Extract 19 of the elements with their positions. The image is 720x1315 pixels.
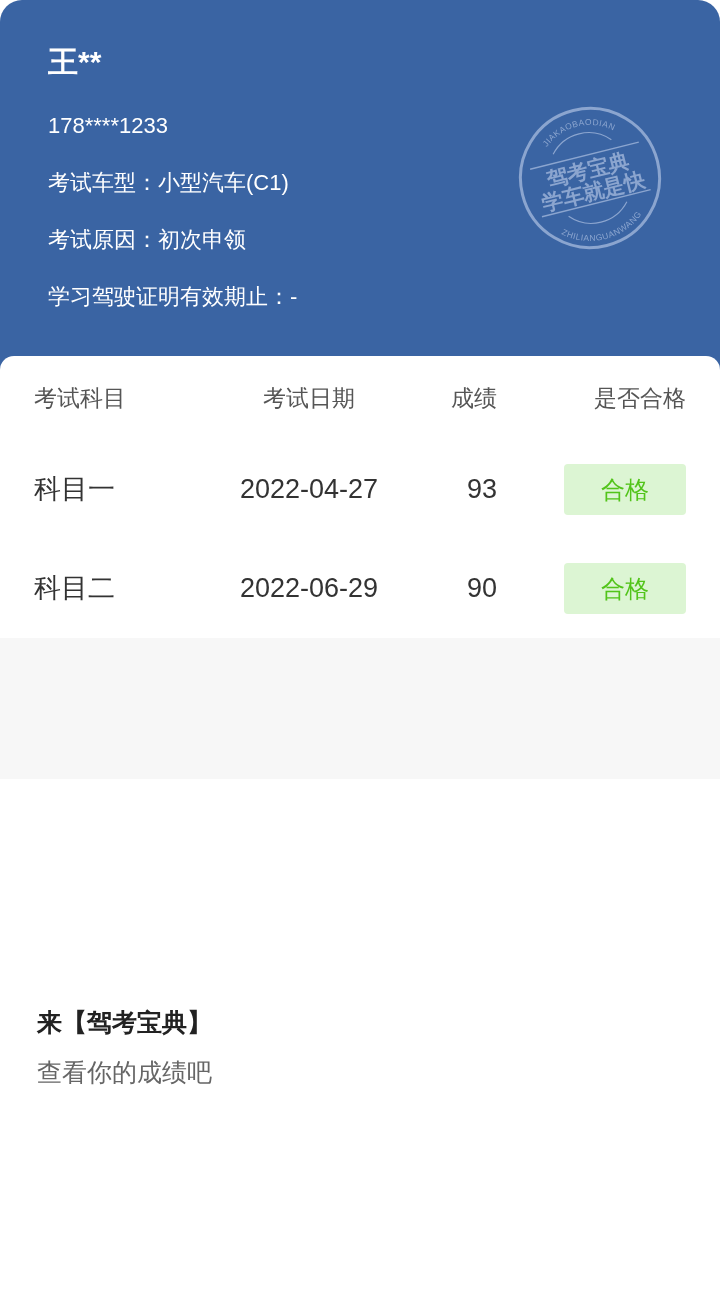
- table-cell-text: 93: [466, 473, 497, 507]
- table-cell-text: 2022-04-27: [239, 473, 379, 507]
- table-cell-text: 科目二: [34, 572, 115, 606]
- result-tag: 合格: [564, 563, 686, 614]
- info-text: 考试车型：小型汽车(C1): [48, 169, 290, 197]
- phone-number: 178****1233: [48, 112, 169, 140]
- info-text: 学习驾驶证明有效期止：-: [48, 283, 298, 311]
- table-cell-text: 2022-06-29: [239, 572, 379, 606]
- user-name: 王**: [48, 44, 103, 80]
- column-header: 是否合格: [594, 383, 686, 413]
- info-text: 考试原因：初次申领: [48, 226, 247, 254]
- table-cell-text: 90: [466, 572, 497, 606]
- column-header: 成绩: [451, 383, 497, 413]
- promo-title: 来【驾考宝典】: [37, 1007, 213, 1038]
- column-header: 考试日期: [263, 383, 355, 413]
- table-cell-text: 科目一: [34, 473, 115, 507]
- column-header: 考试科目: [34, 383, 126, 413]
- promo-subtitle: 查看你的成绩吧: [37, 1057, 213, 1088]
- result-tag: 合格: [564, 464, 686, 515]
